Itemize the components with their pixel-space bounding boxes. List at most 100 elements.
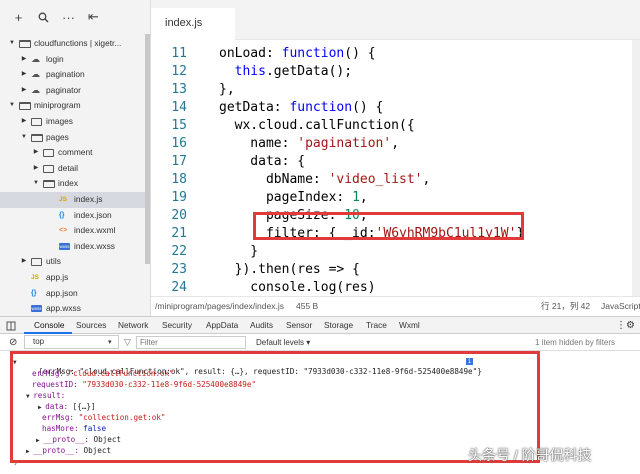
- chevron-right-icon[interactable]: ▶: [20, 83, 28, 99]
- chevron-right-icon[interactable]: ▶: [32, 161, 40, 177]
- more-options-icon[interactable]: ⋮: [616, 317, 626, 334]
- line-number: 18: [171, 172, 187, 187]
- line-number: 19: [171, 190, 187, 205]
- file-size: 455 B: [296, 301, 319, 311]
- tree-item[interactable]: {} index.json: [0, 208, 145, 224]
- js-file-icon: JS: [31, 274, 39, 281]
- tree-item-label: app.js: [46, 272, 69, 282]
- chevron-down-icon[interactable]: ▼: [20, 130, 28, 146]
- line-code: name: 'pagination',: [219, 136, 400, 151]
- wxss-file-icon: wxss: [59, 242, 70, 250]
- more-icon[interactable]: ···: [56, 6, 81, 28]
- chevron-right-icon[interactable]: ▶: [20, 52, 28, 68]
- context-dropdown-icon: ▾: [108, 339, 112, 346]
- console-toolbar: ⊘ top ▾ ▽ Default levels ▾ 1 item hidden…: [0, 334, 640, 351]
- tab-trace[interactable]: Trace: [366, 317, 387, 334]
- tree-item[interactable]: ▶ images: [0, 114, 145, 130]
- line-code: this.getData();: [234, 64, 353, 79]
- folder-open-icon: [43, 180, 55, 189]
- tree-item[interactable]: ▼ miniprogram: [0, 98, 145, 114]
- chevron-right-icon[interactable]: ▶: [20, 114, 28, 130]
- collapse-icon[interactable]: ⇤: [81, 6, 106, 28]
- line-code: console.log(res): [219, 280, 376, 295]
- tree-item-label: app.json: [46, 287, 78, 298]
- tab-sensor[interactable]: Sensor: [286, 317, 312, 334]
- tree-item[interactable]: ▶ detail: [0, 161, 145, 177]
- folder-open-icon: [19, 102, 31, 111]
- chevron-right-icon[interactable]: ▶: [20, 67, 28, 83]
- tree-item-label: cloudfunctions | xigetr...: [34, 38, 122, 48]
- line-code: data: {: [219, 154, 306, 169]
- tab-security[interactable]: Security: [162, 317, 192, 334]
- tab-sources[interactable]: Sources: [76, 317, 106, 334]
- chevron-right-icon[interactable]: ▶: [20, 254, 28, 270]
- clear-console-icon[interactable]: ⊘: [9, 334, 17, 351]
- add-file-icon[interactable]: +: [6, 6, 31, 28]
- editor-scrollbar[interactable]: [632, 40, 640, 296]
- tree-item[interactable]: wxss index.wxss: [0, 239, 145, 255]
- folder-icon: [31, 258, 42, 267]
- tree-item[interactable]: ▼ pages: [0, 130, 145, 146]
- folder-icon: [31, 118, 42, 126]
- chevron-down-icon[interactable]: ▼: [8, 36, 16, 52]
- line-number: 13: [171, 82, 187, 97]
- line-code: onLoad: function() {: [219, 46, 376, 61]
- chevron-down-icon[interactable]: ▼: [32, 176, 40, 192]
- cursor-position[interactable]: 行 21，列 42: [541, 297, 590, 316]
- editor-tabbar: index.js: [151, 0, 640, 40]
- tab-wxml[interactable]: Wxml: [399, 317, 420, 334]
- settings-icon[interactable]: ⚙: [626, 317, 635, 334]
- search-icon[interactable]: [31, 6, 56, 28]
- json-file-icon: {}: [31, 289, 37, 297]
- watermark-text: 头条号 / 阶哥侃科技: [468, 447, 592, 463]
- tree-item-label: index.json: [74, 209, 112, 220]
- tree-item[interactable]: ▼ cloudfunctions | xigetr...: [0, 36, 145, 52]
- tab-index-js[interactable]: index.js: [151, 8, 235, 40]
- js-file-icon: JS: [59, 196, 67, 203]
- tree-item[interactable]: ▶ utils: [0, 254, 145, 270]
- tree-item[interactable]: ▶ ☁ paginator: [0, 83, 145, 99]
- tree-item[interactable]: ▶ ☁ login: [0, 52, 145, 68]
- tab-audits[interactable]: Audits: [250, 317, 273, 334]
- tab-network[interactable]: Network: [118, 317, 148, 334]
- line-code: },: [219, 82, 235, 97]
- chevron-right-icon[interactable]: ▶: [32, 145, 40, 161]
- log-levels-select[interactable]: Default levels ▾: [256, 334, 310, 351]
- code-editor: index.js 1011onLoad: function() {12 this…: [151, 0, 640, 316]
- tree-item-label: index.wxml: [74, 225, 116, 236]
- line-code: dbName: 'video_list',: [219, 172, 431, 187]
- line-number: 12: [171, 64, 187, 79]
- tab-storage[interactable]: Storage: [324, 317, 353, 334]
- tree-item-label: detail: [58, 162, 79, 173]
- tab-console[interactable]: Console: [24, 317, 73, 334]
- tab-appdata[interactable]: AppData: [206, 317, 238, 334]
- devtools-menu-icon[interactable]: [6, 317, 16, 334]
- line-number: 17: [171, 154, 187, 169]
- line-code: getData: function() {: [219, 100, 384, 115]
- language-mode[interactable]: JavaScript: [601, 297, 640, 316]
- cloud-icon: ☁: [31, 84, 40, 95]
- line-code: wx.cloud.callFunction({: [219, 118, 415, 133]
- tree-item-label: pages: [46, 131, 69, 142]
- tree-item[interactable]: JS app.js: [0, 270, 145, 286]
- chevron-down-icon[interactable]: ▼: [8, 98, 16, 114]
- tree-item[interactable]: ▶ ☁ pagination: [0, 67, 145, 83]
- console-filter-input[interactable]: [136, 336, 246, 349]
- folder-open-icon: [31, 133, 43, 142]
- tree-item-label: login: [46, 53, 64, 64]
- context-select[interactable]: top: [24, 335, 119, 349]
- line-number: 24: [171, 280, 187, 295]
- tree-item-label: images: [46, 116, 73, 126]
- tree-item[interactable]: ▼ index: [0, 176, 145, 192]
- tree-item-label: pagination: [46, 69, 85, 80]
- tree-item[interactable]: <> index.wxml: [0, 223, 145, 239]
- code-highlight-box: [253, 212, 524, 240]
- explorer-toolbar: + ··· ⇤: [0, 0, 150, 34]
- tree-item[interactable]: wxss app.wxss: [0, 301, 145, 316]
- code-area[interactable]: 1011onLoad: function() {12 this.getData(…: [151, 40, 631, 296]
- tree-item[interactable]: {} app.json: [0, 286, 145, 302]
- line-number: 21: [171, 226, 187, 241]
- tree-item[interactable]: JS index.js: [0, 192, 145, 208]
- tree-item[interactable]: ▶ comment: [0, 145, 145, 161]
- line-number: 23: [171, 262, 187, 277]
